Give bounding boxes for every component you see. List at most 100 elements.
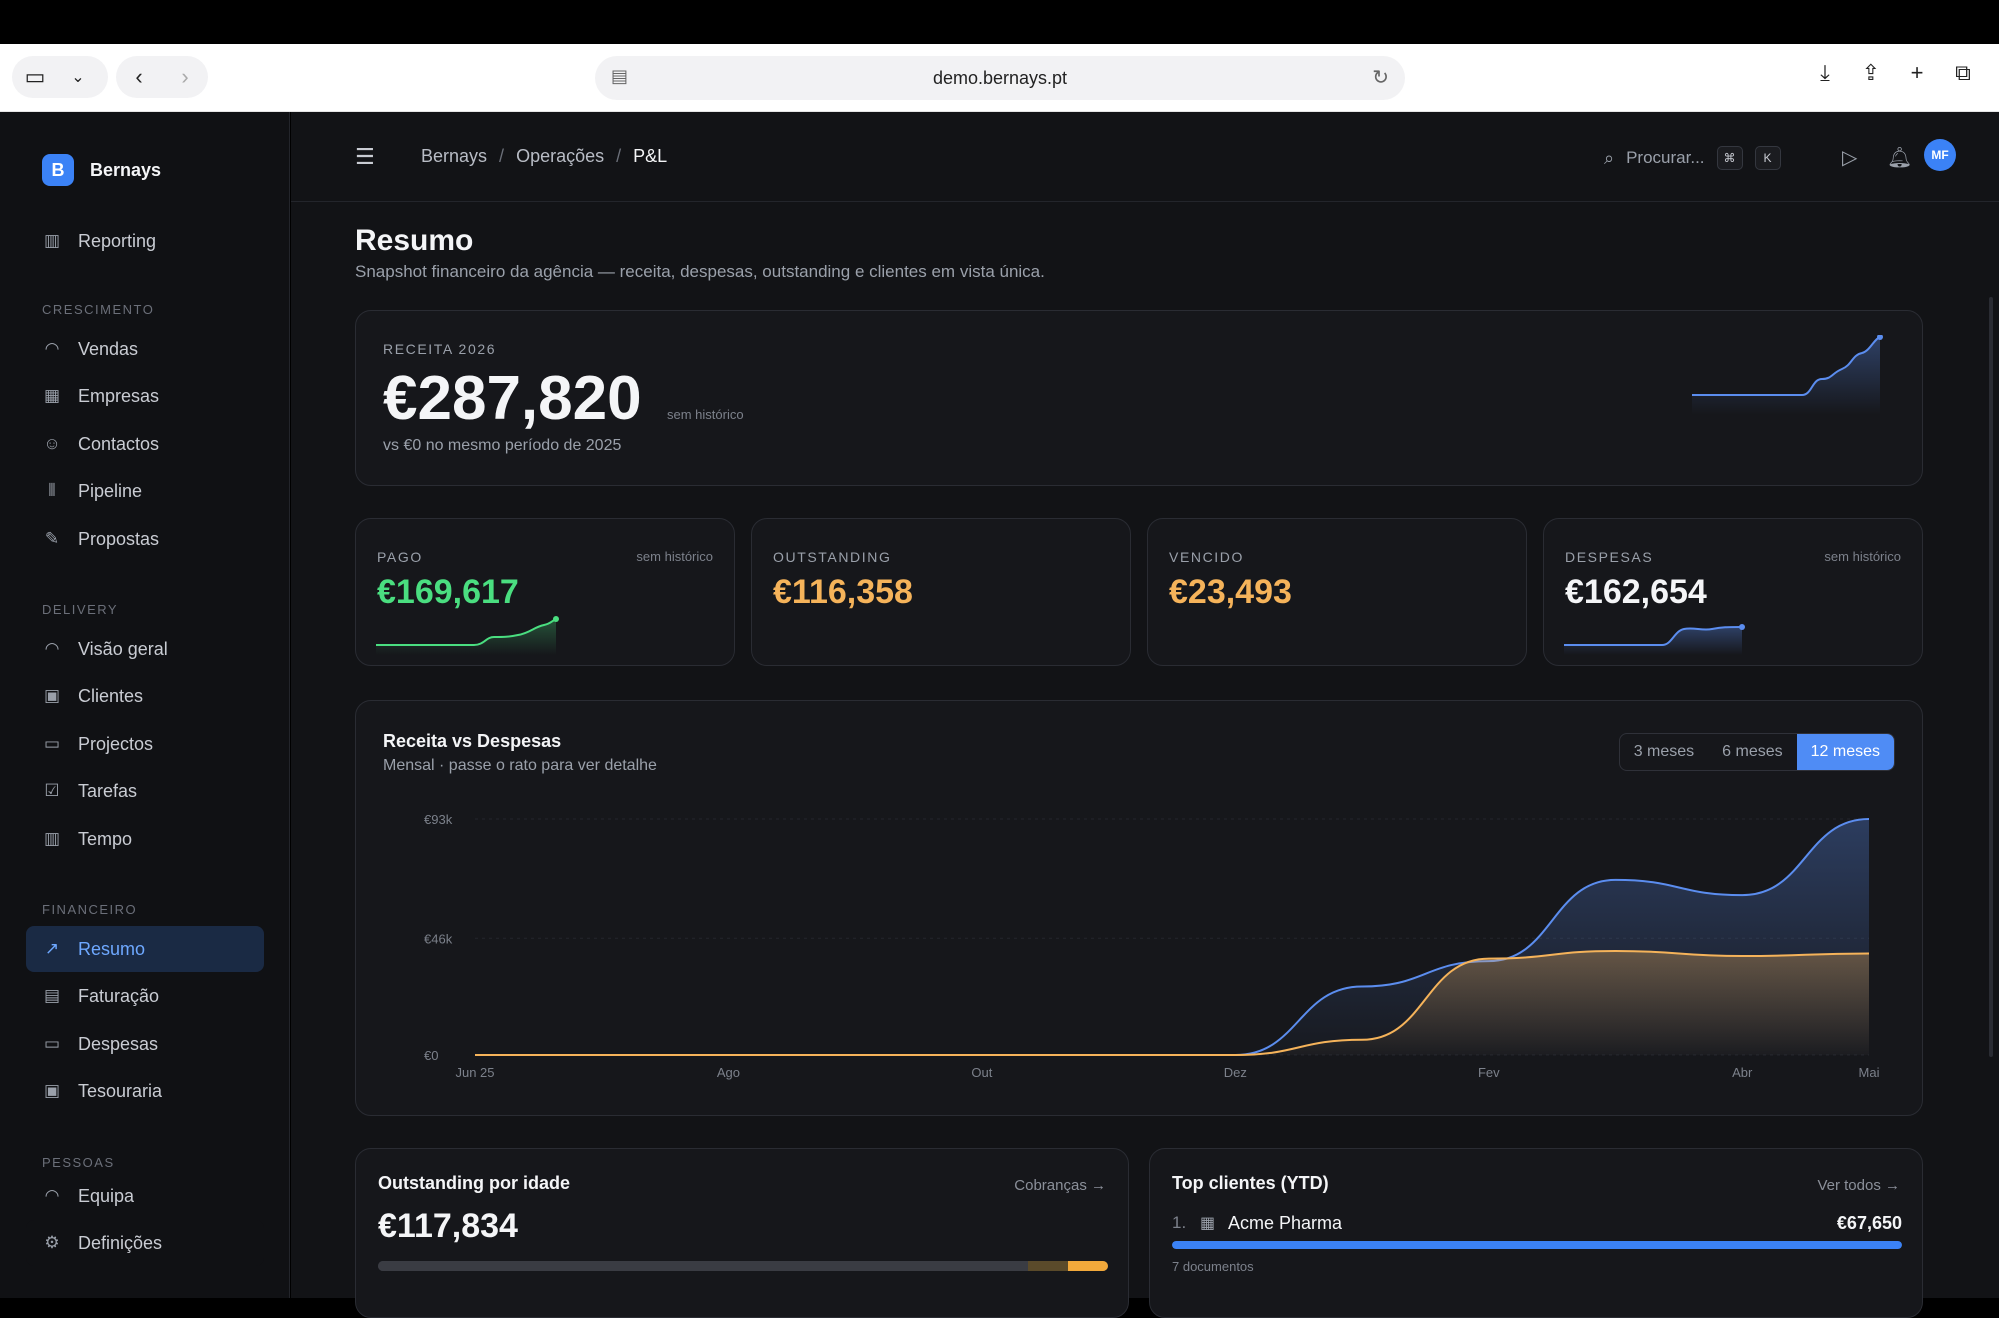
revenue-card: RECEITA 2026 €287,820 sem histórico vs €… — [355, 310, 1923, 486]
reload-icon[interactable]: ↻ — [1372, 65, 1389, 90]
sidebar-item-label: Resumo — [78, 938, 146, 959]
y-tick-label: €0 — [424, 1048, 438, 1063]
banknote-icon: ▣ — [43, 1081, 61, 1100]
address-bar[interactable]: ▤ demo.bernays.pt ↻ — [595, 56, 1405, 100]
bar-chart-icon: ▥ — [43, 829, 61, 848]
kpi-label: OUTSTANDING — [773, 549, 892, 565]
sidebar-item-tempo[interactable]: ▥ Tempo — [26, 816, 264, 862]
aging-bucket-31-60 — [1027, 1261, 1068, 1271]
breadcrumb-separator: / — [616, 146, 622, 166]
client-rank: 1. — [1172, 1213, 1187, 1232]
brand-logo: B — [42, 154, 74, 186]
sidebar-item-label: Vendas — [78, 338, 139, 359]
despesas-sparkline — [1564, 624, 1745, 655]
url-text: demo.bernays.pt — [932, 68, 1068, 88]
kpi-card-pago: PAGO sem histórico €169,617 — [355, 518, 735, 666]
menu-icon[interactable]: ☰ — [355, 144, 375, 170]
document-edit-icon: ✎ — [44, 529, 60, 548]
x-tick-label: Mai — [1859, 1065, 1880, 1080]
sidebar-item-contactos[interactable]: ☺ Contactos — [26, 421, 264, 467]
users-icon: ◠ — [44, 1186, 60, 1205]
x-tick-label: Ago — [717, 1065, 740, 1080]
link-label: Cobranças — [1014, 1177, 1087, 1194]
search-icon: ⌕ — [1604, 147, 1615, 168]
sidebar-item-empresas[interactable]: ▦ Empresas — [26, 373, 264, 419]
x-tick-label: Fev — [1478, 1065, 1500, 1080]
bar-chart-icon: ▥ — [43, 231, 61, 250]
pago-sparkline — [376, 616, 559, 655]
sidebar-item-label: Tesouraria — [78, 1080, 163, 1101]
sidebar-item-definicoes[interactable]: ⚙ Definições — [26, 1220, 264, 1266]
x-tick-label: Abr — [1732, 1065, 1753, 1080]
sidebar-item-label: Tempo — [78, 828, 133, 849]
checkbox-icon: ☑ — [44, 781, 60, 800]
sidebar-toggle-group: ▭ ⌄ — [12, 56, 108, 98]
building-icon: ▦ — [1200, 1215, 1216, 1232]
sidebar-item-faturacao[interactable]: ▤ Faturação — [26, 973, 264, 1019]
top-clients-card: Top clientes (YTD) Ver todos → 1. ▦ Acme… — [1149, 1148, 1923, 1318]
y-tick-label: €46k — [424, 931, 453, 946]
breadcrumb-item[interactable]: Bernays — [421, 146, 487, 167]
breadcrumb-separator: / — [499, 146, 505, 166]
downloads-icon[interactable]: ⤓ — [1809, 57, 1841, 89]
sidebar-item-equipa[interactable]: ◠ Equipa — [26, 1186, 264, 1208]
revenue-value: €287,820 — [383, 364, 642, 433]
play-icon[interactable]: ▷ — [1842, 145, 1857, 170]
sidebar-item-tesouraria[interactable]: ▣ Tesouraria — [26, 1068, 264, 1114]
browser-actions: ⤓ ⇪ + ⧉ — [1809, 57, 1979, 89]
share-icon[interactable]: ⇪ — [1855, 57, 1887, 89]
sidebar-item-label: Projectos — [78, 733, 154, 754]
sidebar-item-visao-geral[interactable]: ◠ Visão geral — [26, 626, 264, 672]
outstanding-value: €117,834 — [378, 1207, 518, 1245]
sidebar-section-title: CRESCIMENTO — [42, 302, 155, 317]
ver-todos-link[interactable]: Ver todos → — [1817, 1177, 1900, 1194]
sidebar-item-projectos[interactable]: ▭ Projectos — [26, 721, 264, 767]
no-history-note: sem histórico — [667, 407, 744, 422]
sidebar-item-clientes[interactable]: ▣ Clientes — [26, 673, 264, 719]
brand[interactable]: B Bernays — [42, 154, 161, 186]
sidebar-toggle-icon[interactable]: ▭ — [12, 56, 58, 98]
gauge-icon: ◠ — [44, 639, 60, 658]
new-tab-icon[interactable]: + — [1901, 57, 1933, 89]
sidebar-item-label: Tarefas — [78, 780, 138, 801]
revenue-expenses-chart[interactable]: €0 €46k €93k Jun 25 Ago Out Dez Fev Abr Mai — [356, 701, 1924, 1117]
y-tick-label: €93k — [424, 812, 453, 827]
shortcut-key: K — [1754, 146, 1781, 170]
receipt-icon: ▤ — [43, 986, 61, 1005]
shortcut-key: ⌘ — [1716, 146, 1743, 170]
x-tick-label: Dez — [1224, 1065, 1247, 1080]
sidebar-section-title: DELIVERY — [42, 602, 119, 617]
sidebar-item-label: Propostas — [78, 528, 160, 549]
kpi-card-despesas: DESPESAS sem histórico €162,654 — [1543, 518, 1923, 666]
back-icon[interactable]: ‹ — [116, 56, 162, 98]
aging-bucket-60plus — [1067, 1261, 1108, 1271]
sidebar-item-pipeline[interactable]: ⫴ Pipeline — [26, 468, 264, 514]
sidebar-item-resumo[interactable]: ↗ Resumo — [26, 926, 264, 972]
tab-overview-icon[interactable]: ⧉ — [1947, 57, 1979, 89]
outstanding-title: Outstanding por idade — [378, 1173, 570, 1193]
arrow-right-icon: → — [1091, 1177, 1106, 1194]
bell-icon[interactable]: 🔔︎ — [1887, 145, 1912, 170]
sidebar-item-vendas[interactable]: ◠ Vendas — [26, 326, 264, 372]
sidebar-item-reporting[interactable]: ▥ Reporting — [26, 218, 264, 264]
sidebar-section-title: PESSOAS — [42, 1155, 115, 1170]
breadcrumb-item[interactable]: Operações — [516, 146, 604, 167]
search-box[interactable]: ⌕ Procurar... ⌘ K — [1604, 146, 1781, 170]
breadcrumb-current: P&L — [633, 146, 668, 166]
no-history-note: sem histórico — [1824, 549, 1901, 564]
sidebar-item-propostas[interactable]: ✎ Propostas — [26, 516, 264, 562]
app-header: ☰ Bernays / Operações / P&L ⌕ Procurar..… — [291, 112, 1999, 202]
outstanding-aging-card: Outstanding por idade Cobranças → €117,8… — [355, 1148, 1129, 1318]
sidebar-item-tarefas[interactable]: ☑ Tarefas — [26, 768, 264, 814]
gauge-icon: ◠ — [44, 339, 60, 358]
sidebar-item-despesas[interactable]: ▭ Despesas — [26, 1021, 264, 1067]
forward-icon[interactable]: › — [162, 56, 208, 98]
x-tick-label: Jun 25 — [455, 1065, 494, 1080]
sidebar-item-label: Clientes — [78, 685, 144, 706]
scrollbar[interactable] — [1989, 297, 1993, 1057]
sidebar-section-title: FINANCEIRO — [42, 902, 138, 917]
cobrancas-link[interactable]: Cobranças → — [1014, 1177, 1106, 1194]
chevron-down-icon[interactable]: ⌄ — [58, 56, 98, 98]
breadcrumb: Bernays / Operações / P&L — [421, 146, 667, 167]
avatar[interactable]: MF — [1924, 139, 1956, 171]
